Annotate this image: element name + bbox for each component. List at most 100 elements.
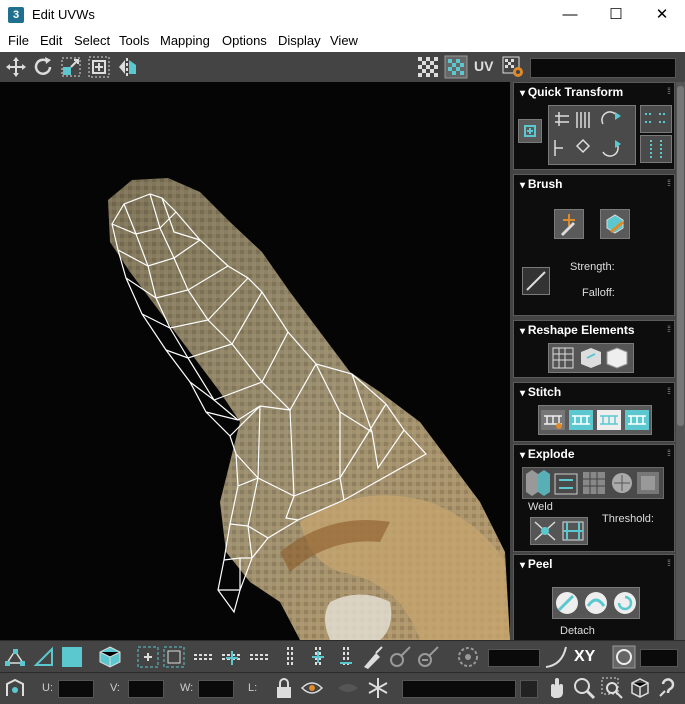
- uv-label[interactable]: UV: [474, 58, 493, 74]
- paint-shrink-icon[interactable]: [416, 645, 440, 669]
- loop-shrink-icon[interactable]: [248, 645, 272, 669]
- pan-icon[interactable]: [544, 676, 568, 700]
- grip-icon[interactable]: ⁞⁞: [667, 324, 671, 334]
- menu-edit[interactable]: Edit: [40, 33, 62, 48]
- limit-value[interactable]: [640, 649, 678, 667]
- break-by-polygroups-icon[interactable]: [526, 470, 550, 496]
- limit-select-icon[interactable]: [612, 645, 636, 669]
- face-select-icon[interactable]: [60, 645, 84, 669]
- move-icon[interactable]: [4, 55, 28, 79]
- paint-move-button[interactable]: [554, 209, 584, 239]
- element-select-icon[interactable]: [98, 645, 122, 669]
- align-vertical-button[interactable]: [640, 135, 672, 163]
- rollout-title-peel[interactable]: Peel: [520, 557, 553, 571]
- rollout-title-reshape[interactable]: Reshape Elements: [520, 323, 635, 337]
- uv-viewport[interactable]: [0, 82, 510, 640]
- uv-canvas[interactable]: [0, 82, 510, 640]
- falloff-curve-icon[interactable]: [544, 645, 568, 669]
- loop-grow-icon[interactable]: [220, 645, 244, 669]
- stitch-average-icon[interactable]: [597, 410, 621, 430]
- paint-grow-icon[interactable]: [388, 645, 412, 669]
- menu-select[interactable]: Select: [74, 33, 110, 48]
- coordinate-mode-xy[interactable]: XY: [574, 648, 595, 666]
- menu-view[interactable]: View: [330, 33, 358, 48]
- menu-mapping[interactable]: Mapping: [160, 33, 210, 48]
- checker-icon[interactable]: [416, 55, 440, 79]
- menu-tools[interactable]: Tools: [119, 33, 149, 48]
- panel-scrollbar[interactable]: [676, 82, 685, 640]
- grip-icon[interactable]: ⁞⁞: [667, 386, 671, 396]
- rollout-title-quick-transform[interactable]: Quick Transform: [520, 85, 623, 99]
- lock-icon[interactable]: [272, 676, 296, 700]
- flatten-by-face-icon[interactable]: [637, 472, 659, 494]
- w-coordinate[interactable]: [198, 680, 234, 698]
- vertex-select-icon[interactable]: [3, 645, 27, 669]
- align-vertical-icon[interactable]: [554, 140, 563, 156]
- weld-selected-icon[interactable]: [534, 521, 556, 541]
- freeform-icon[interactable]: [87, 55, 111, 79]
- absolute-offset-icon[interactable]: [3, 676, 27, 700]
- align-horizontal-icon[interactable]: [555, 112, 569, 126]
- rollout-title-brush[interactable]: Brush: [520, 177, 563, 191]
- relax-icon[interactable]: [581, 348, 601, 368]
- reset-peel-icon[interactable]: [614, 592, 636, 614]
- edge-select-icon[interactable]: [32, 645, 56, 669]
- filter-dropdown[interactable]: [402, 680, 516, 698]
- stitch-custom-icon[interactable]: [541, 410, 565, 430]
- straighten-icon[interactable]: [552, 347, 574, 369]
- space-horizontal-icon[interactable]: [576, 112, 590, 128]
- texture-settings-icon[interactable]: [501, 55, 525, 79]
- quick-transform-pivot-button[interactable]: [518, 119, 542, 143]
- pack-icon[interactable]: [606, 347, 628, 369]
- brush-falloff-button[interactable]: [522, 267, 550, 295]
- menu-file[interactable]: File: [8, 33, 29, 48]
- shrink-select-icon[interactable]: [162, 645, 186, 669]
- zoom-region-icon[interactable]: [600, 676, 624, 700]
- zoom-extents-icon[interactable]: [628, 676, 652, 700]
- quick-peel-icon[interactable]: [556, 592, 578, 614]
- scrollbar-thumb[interactable]: [677, 86, 684, 426]
- loop-select-icon[interactable]: [192, 645, 216, 669]
- grip-icon[interactable]: ⁞⁞: [667, 86, 671, 96]
- break-by-smoothing-icon[interactable]: [554, 473, 578, 495]
- scale-icon[interactable]: [59, 55, 83, 79]
- paint-select-icon[interactable]: [360, 645, 384, 669]
- ring-select-icon[interactable]: [278, 645, 302, 669]
- space-vertical-button[interactable]: [640, 105, 672, 133]
- soft-select-icon[interactable]: [456, 645, 480, 669]
- menu-display[interactable]: Display: [278, 33, 321, 48]
- stitch-to-source-icon[interactable]: [569, 410, 593, 430]
- peel-mode-icon[interactable]: [585, 592, 607, 614]
- break-by-material-icon[interactable]: [583, 472, 605, 494]
- soft-select-value[interactable]: [488, 649, 540, 667]
- align-center-icon[interactable]: [575, 138, 591, 154]
- filter-color[interactable]: [520, 680, 538, 698]
- rotate-icon[interactable]: [31, 55, 55, 79]
- grip-icon[interactable]: ⁞⁞: [667, 178, 671, 188]
- u-coordinate[interactable]: [58, 680, 94, 698]
- maximize-button[interactable]: ☐: [593, 0, 639, 30]
- texture-checker-icon[interactable]: [444, 55, 468, 79]
- grow-select-icon[interactable]: [136, 645, 160, 669]
- weld-target-icon[interactable]: [562, 521, 584, 541]
- grip-icon[interactable]: ⁞⁞: [667, 558, 671, 568]
- flatten-by-angle-icon[interactable]: [612, 473, 632, 493]
- stitch-to-target-icon[interactable]: [625, 410, 649, 430]
- rollout-title-explode[interactable]: Explode: [520, 447, 575, 461]
- hide-icon[interactable]: [336, 676, 360, 700]
- show-hidden-icon[interactable]: [300, 676, 324, 700]
- close-button[interactable]: ✕: [639, 0, 685, 30]
- rollout-title-stitch[interactable]: Stitch: [520, 385, 561, 399]
- ring-grow-icon[interactable]: [306, 645, 330, 669]
- relax-brush-button[interactable]: [600, 209, 630, 239]
- mirror-icon[interactable]: [116, 55, 140, 79]
- help-icon[interactable]: [656, 676, 680, 700]
- minimize-button[interactable]: —: [547, 0, 593, 30]
- zoom-icon[interactable]: [572, 676, 596, 700]
- v-coordinate[interactable]: [128, 680, 164, 698]
- menu-options[interactable]: Options: [222, 33, 267, 48]
- grip-icon[interactable]: ⁞⁞: [667, 448, 671, 458]
- freeze-icon[interactable]: [366, 676, 390, 700]
- ring-shrink-icon[interactable]: [334, 645, 358, 669]
- rotate-ccw-icon[interactable]: [601, 111, 618, 125]
